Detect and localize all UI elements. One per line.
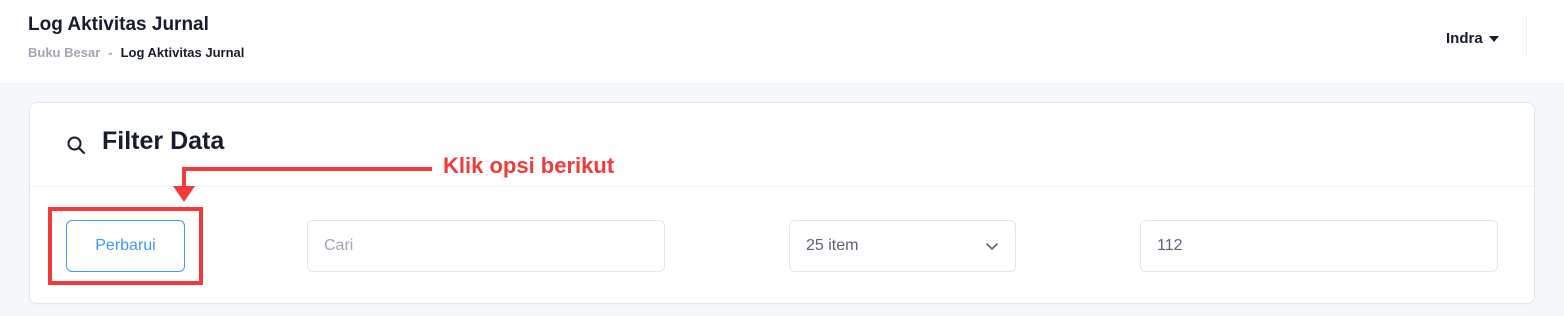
page-size-select[interactable]: 25 item: [789, 220, 1016, 272]
search-icon: [67, 136, 85, 154]
search-input[interactable]: [324, 237, 648, 255]
user-name: Indra: [1446, 30, 1483, 47]
breadcrumb: Buku Besar - Log Aktivitas Jurnal: [28, 45, 244, 60]
header-divider: [1526, 16, 1527, 58]
chevron-down-icon: [986, 243, 998, 250]
page-title: Log Aktivitas Jurnal: [28, 14, 209, 35]
annotation-arrow: [173, 167, 432, 202]
top-header: Log Aktivitas Jurnal Buku Besar - Log Ak…: [0, 0, 1564, 84]
caret-down-icon: [1488, 36, 1499, 42]
breadcrumb-item-buku-besar[interactable]: Buku Besar: [28, 45, 100, 60]
annotation-highlight-box: [48, 207, 203, 285]
user-menu[interactable]: Indra: [1446, 30, 1499, 47]
total-field[interactable]: 112: [1140, 220, 1498, 272]
breadcrumb-separator: -: [108, 45, 113, 60]
page-size-value: 25 item: [806, 237, 859, 254]
annotation-label: Klik opsi berikut: [443, 153, 615, 178]
filter-title: Filter Data: [102, 127, 225, 155]
search-field[interactable]: [307, 220, 665, 272]
breadcrumb-item-current: Log Aktivitas Jurnal: [120, 45, 245, 60]
total-value: 112: [1157, 237, 1183, 254]
